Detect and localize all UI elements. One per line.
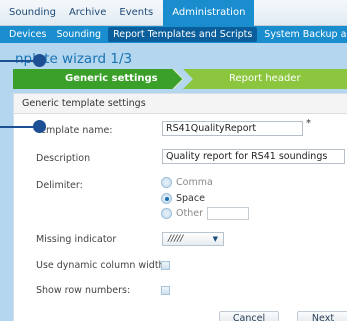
dynamic-width-checkbox[interactable] (161, 261, 170, 270)
required-mark: * (306, 118, 311, 129)
wizard-steps: Generic settings Report header (13, 69, 347, 89)
missing-indicator-select[interactable]: ///// ▼ (162, 232, 224, 246)
description-label: Description (36, 153, 91, 164)
step-report-header: Report header (229, 73, 301, 84)
other-delimiter-input[interactable] (206, 207, 249, 220)
row-numbers-checkbox[interactable] (161, 286, 170, 295)
delimiter-other-option[interactable]: Other (161, 207, 249, 220)
tab-administration[interactable]: Administration (163, 0, 255, 26)
subnav-sounding[interactable]: Sounding (51, 27, 106, 42)
radio-comma[interactable] (161, 177, 172, 188)
cancel-button[interactable]: Cancel (219, 311, 279, 321)
dynamic-width-label: Use dynamic column width: (36, 260, 168, 271)
template-name-label: Template name: (36, 125, 113, 136)
callout-dot-1 (33, 54, 46, 67)
step-generic-settings: Generic settings (65, 73, 158, 84)
row-numbers-label: Show row numbers: (36, 285, 131, 296)
delimiter-label: Delimiter: (36, 180, 83, 191)
subnav-report-templates[interactable]: Report Templates and Scripts (108, 27, 258, 42)
main-nav: Sounding Archive Events Administration (0, 0, 347, 26)
subnav-system-backup[interactable]: System Backup and (259, 27, 347, 42)
panel-header: Generic template settings (14, 94, 347, 114)
sub-nav: Devices Sounding Report Templates and Sc… (0, 26, 347, 43)
radio-comma-label: Comma (176, 177, 213, 188)
panel-title: Generic template settings (22, 98, 146, 109)
tab-events[interactable]: Events (114, 0, 158, 26)
radio-space[interactable] (161, 193, 172, 204)
next-button[interactable]: Next (297, 311, 347, 321)
delimiter-comma-option[interactable]: Comma (161, 177, 213, 188)
delimiter-space-option[interactable]: Space (161, 193, 205, 204)
template-name-input[interactable]: RS41QualityReport (162, 121, 303, 136)
radio-other[interactable] (161, 208, 172, 219)
missing-indicator-value: ///// (168, 234, 184, 244)
tab-sounding[interactable]: Sounding (4, 0, 61, 26)
settings-panel: Generic template settings Template name:… (13, 93, 347, 321)
radio-other-label: Other (176, 208, 203, 219)
radio-space-label: Space (176, 193, 205, 204)
description-input[interactable]: Quality report for RS41 soundings (162, 149, 345, 164)
missing-indicator-label: Missing indicator (36, 234, 117, 245)
callout-dot-2 (33, 120, 46, 133)
tab-archive[interactable]: Archive (64, 0, 111, 26)
chevron-down-icon: ▼ (212, 235, 218, 243)
subnav-devices[interactable]: Devices (4, 27, 51, 42)
